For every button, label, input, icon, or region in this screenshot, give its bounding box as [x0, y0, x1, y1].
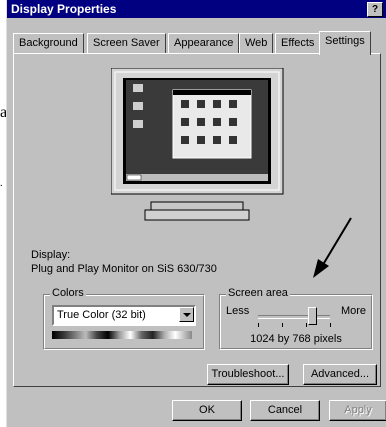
screen-area-slider-track[interactable] [258, 315, 330, 319]
less-label: Less [226, 305, 250, 317]
apply-button[interactable]: Apply [329, 400, 386, 421]
advanced-button[interactable]: Advanced... [303, 364, 377, 385]
tab-screen-saver[interactable]: Screen Saver [87, 33, 166, 53]
display-properties-window: Display Properties ? Background Screen S… [6, 0, 386, 427]
slider-tick [258, 323, 259, 327]
color-preview-bar [52, 331, 192, 339]
slider-tick [282, 323, 283, 327]
tab-appearance[interactable]: Appearance [168, 33, 240, 53]
display-value: Plug and Play Monitor on SiS 630/730 [31, 263, 217, 275]
tab-background[interactable]: Background [13, 33, 84, 53]
screen-area-group: Screen area Less More 1024 by 768 pixels [219, 287, 373, 350]
more-label: More [340, 305, 366, 317]
monitor-preview-icon [111, 68, 284, 221]
display-label: Display: [31, 249, 71, 261]
slider-tick [306, 323, 307, 327]
ok-button[interactable]: OK [172, 400, 242, 421]
colors-dropdown-value: True Color (32 bit) [57, 309, 146, 321]
screen-area-slider-thumb[interactable] [308, 307, 317, 325]
window-title: Display Properties [11, 2, 117, 16]
colors-dropdown[interactable]: True Color (32 bit) [52, 305, 196, 326]
tab-effects[interactable]: Effects [275, 33, 321, 53]
chevron-down-icon[interactable] [179, 307, 194, 322]
resolution-text: 1024 by 768 pixels [250, 333, 342, 345]
help-button[interactable]: ? [367, 2, 383, 17]
screen-area-group-title: Screen area [226, 287, 290, 299]
troubleshoot-button[interactable]: Troubleshoot... [207, 364, 289, 385]
annotation-arrow-icon [313, 217, 352, 278]
title-bar[interactable]: Display Properties ? [7, 0, 386, 18]
tab-web[interactable]: Web [239, 33, 274, 53]
cancel-button[interactable]: Cancel [250, 400, 320, 421]
tab-settings[interactable]: Settings [319, 31, 371, 55]
colors-group: Colors True Color (32 bit) [43, 287, 205, 350]
slider-tick [330, 323, 331, 327]
colors-group-title: Colors [50, 287, 86, 299]
stray-dot: . [0, 178, 3, 189]
